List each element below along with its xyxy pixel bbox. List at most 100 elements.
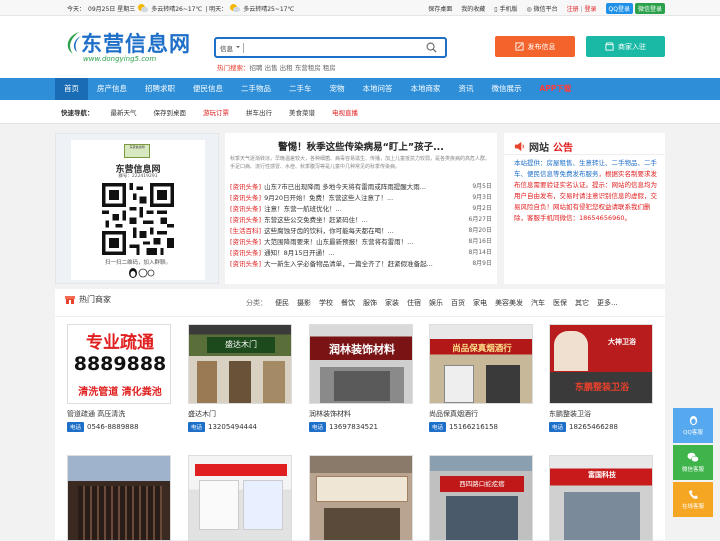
cat-more[interactable]: 更多... [597,298,618,308]
merchant-card[interactable]: 大神卫浴 东鹏整装卫浴 东鹏整装卫浴 电话 18265466288 [549,324,653,432]
merchant-card[interactable]: 西四路口蛇疙瘩 [429,455,533,541]
news-item[interactable]: [资讯头条] 注意！东营一航班优化！... 9月2日 [230,202,492,213]
nav-secondhand[interactable]: 二手物品 [232,78,280,100]
hot-merchants-title: 热门商家 [79,295,111,304]
quick-carpool[interactable]: 拼车出行 [246,107,272,117]
news-tag: [资讯头条] [230,193,262,202]
login-link[interactable]: 登录 [585,6,597,13]
nav-jobs[interactable]: 招聘求职 [136,78,184,100]
wechat-link[interactable]: ◎ 微信平台 [526,4,557,13]
news-item[interactable]: [生活百科] 这些腐蚀牙齿的饮料，你可能每天都在喝！... 8月20日 [230,224,492,235]
qr-code-image[interactable] [96,183,180,255]
merchant-card[interactable]: 专业疏通 8889888 清洗管道 清化粪池 管道疏通 高压清洗 电话 0546-… [67,324,171,432]
merchant-phone: 18265466288 [569,423,619,431]
mobile-link[interactable]: ▯ 手机版 [494,4,517,13]
nav-home[interactable]: 首页 [55,78,88,100]
cat-item[interactable]: 服饰 [363,298,377,308]
cat-item[interactable]: 学校 [319,298,333,308]
cat-item[interactable]: 家电 [473,298,487,308]
cat-item[interactable]: 家装 [385,298,399,308]
save-desktop-link[interactable]: 保存桌面 [428,4,452,13]
merchant-card[interactable]: 盛达木门 盛达木门 电话 13205494444 [188,324,292,432]
site-logo[interactable]: 东营信息网 www.dongying5.com [63,28,203,70]
cat-item[interactable]: 百货 [451,298,465,308]
post-info-button[interactable]: 发布信息 [495,36,575,57]
cat-item[interactable]: 医保 [553,298,567,308]
online-service-label: 在线客服 [681,504,704,510]
nav-qa[interactable]: 本地问答 [354,78,402,100]
nav-merchants[interactable]: 本地商家 [402,78,450,100]
online-service-button[interactable]: 在线客服 [673,482,713,517]
news-item[interactable]: [资讯头条] 通知！8月15日开通！... 8月14日 [230,246,492,257]
news-item[interactable]: [资讯头条] 大一新生入学必备物品清单，一篇全齐了！赶紧假准备起... 8月9日 [230,257,492,268]
quick-weather[interactable]: 最新天气 [111,107,137,117]
merchant-photo: 专业疏通 8889888 清洗管道 清化粪池 [67,324,171,404]
main-nav: 首页 房产信息 招聘求职 便民信息 二手物品 二手车 宠物 本地问答 本地商家 … [0,78,720,100]
qr-sticker: 东营信息网 [124,144,150,158]
news-tag: [资讯头条] [230,237,262,246]
nav-app-download[interactable]: APP下载 [531,78,581,100]
merchant-phone: 0546-8889888 [87,423,139,431]
news-item[interactable]: [资讯头条] 东营这些公交免费坐！赶紧码住！... 6月27日 [230,213,492,224]
cat-item[interactable]: 餐饮 [341,298,355,308]
nav-pets[interactable]: 宠物 [321,78,354,100]
qq-service-button[interactable]: QQ客服 [673,408,713,443]
quick-tv-live[interactable]: 电视直播 [332,107,358,117]
shop-icon [65,295,75,304]
logo-url: www.dongying5.com [83,55,157,63]
nav-housing[interactable]: 房产信息 [88,78,136,100]
quick-tickets[interactable]: 游玩订票 [203,107,229,117]
notice-title-a: 网站 [529,143,549,154]
sign-row2-e: 富国科技 [588,471,616,479]
merchant-photo: 尚品保真烟酒行 [429,324,533,404]
merchant-name: 东鹏整装卫浴 [549,410,591,418]
wechat-link-label: 微信平台 [533,5,558,13]
merchant-card[interactable] [309,455,413,541]
cat-item[interactable]: 汽车 [531,298,545,308]
nav-news[interactable]: 资讯 [450,78,483,100]
wechat-login-button[interactable]: 微信登录 [634,2,665,14]
tel-badge: 电话 [67,422,85,432]
merchant-card[interactable] [188,455,292,541]
register-link[interactable]: 注册 [567,6,579,13]
news-title: 东营这些公交免费坐！赶紧码住！... [264,215,368,224]
cat-item[interactable]: 美容美发 [495,298,523,308]
search-category-select[interactable]: 信息 [220,43,240,53]
search-icon[interactable] [426,42,437,53]
nav-used-cars[interactable]: 二手车 [280,78,321,100]
top-bar: 今天： 09月25日 星期三 多云转晴26~17℃ | 明天： 多云转晴25~1… [0,0,720,16]
merchant-card[interactable] [67,455,171,541]
news-item[interactable]: [资讯头条] 山东7市已出现降雨 多地今天将有雷雨或阵雨提醒大雨... 9月5日 [230,180,492,191]
merchant-card[interactable]: 尚品保真烟酒行 尚品保真烟酒行 电话 15166216158 [429,324,533,432]
cat-item[interactable]: 住宿 [407,298,421,308]
merchant-categories: 分类： 便民 摄影 学校 餐饮 服饰 家装 住宿 娱乐 百货 家电 美容美发 汽… [246,298,618,308]
merchant-card[interactable]: 富国科技 [549,455,653,541]
cat-item[interactable]: 娱乐 [429,298,443,308]
today-weather: 多云转晴26~17℃ [151,5,203,13]
qr-caption: 扫一扫二维码，加入群聊。 [104,260,171,266]
hot-items[interactable]: 招聘 出售 出租 东营租房 租房 [250,64,336,72]
merchant-join-button[interactable]: 商家入驻 [586,36,665,57]
cat-item[interactable]: 其它 [575,298,589,308]
cat-item[interactable]: 便民 [275,298,289,308]
merchant-photo: 富国科技 [549,455,653,541]
notice-title-b: 公告 [553,143,573,154]
wechat-service-button[interactable]: 微信客服 [673,445,713,480]
favorites-link[interactable]: 我的收藏 [461,4,485,13]
quick-save-desktop[interactable]: 保存到桌面 [154,107,187,117]
merchant-card[interactable]: 润林装饰材料 润林装饰材料 电话 13697834521 [309,324,413,432]
nav-services[interactable]: 便民信息 [184,78,232,100]
qq-login-button[interactable]: QQ登录 [605,2,633,14]
qq-service-label: QQ客服 [683,430,703,436]
news-tag: [生活百科] [230,226,262,235]
sign-text-a: 润林装饰材料 [329,343,395,356]
news-item[interactable]: [资讯头条] 大范围降雨要来！山东最新预报！东营将有雷雨！... 8月16日 [230,235,492,246]
quick-recipes[interactable]: 美食菜谱 [289,107,315,117]
cat-item[interactable]: 摄影 [297,298,311,308]
nav-wechat[interactable]: 微信展示 [483,78,531,100]
quick-nav: 快速导航： 最新天气 保存到桌面 游玩订票 拼车出行 美食菜谱 电视直播 [0,100,720,124]
sign-text-b: 8889888 [73,353,167,375]
search-input[interactable] [246,41,416,55]
news-item[interactable]: [资讯头条] 9月20日开始！免费！东营这些人注意了！... 9月3日 [230,191,492,202]
news-headline[interactable]: 警惕！秋季这些传染病易“盯上”孩子... [225,139,497,153]
